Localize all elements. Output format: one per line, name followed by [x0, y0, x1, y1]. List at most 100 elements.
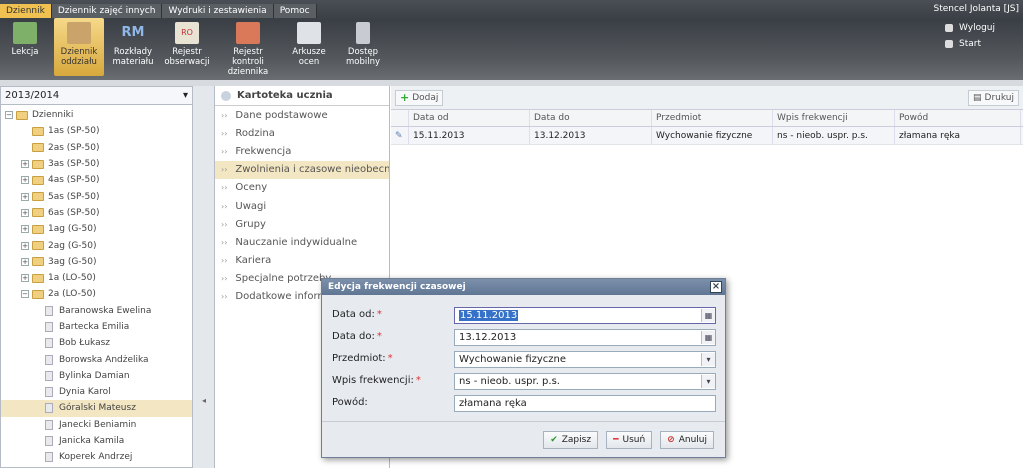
tree-node-student-selected[interactable]: Góralski Mateusz: [1, 400, 192, 417]
tree-node-student[interactable]: Janicka Kamila: [1, 433, 192, 449]
tree-node-class[interactable]: +1a (LO-50): [1, 270, 192, 286]
tab-pomoc[interactable]: Pomoc: [273, 4, 317, 18]
expand-icon[interactable]: +: [21, 257, 29, 266]
tree-node-student[interactable]: Bartecka Emilia: [1, 319, 192, 335]
year-select[interactable]: 2013/2014 ▾: [1, 87, 192, 105]
menu-zwolnienia[interactable]: ›› Zwolnienia i czasowe nieobecności: [215, 160, 389, 179]
year-value: 2013/2014: [5, 90, 60, 101]
tree-node-class[interactable]: +5as (SP-50): [1, 188, 192, 204]
dialog-header: Edycja frekwencji czasowej ×: [322, 279, 725, 295]
wpis-frekwencji-select[interactable]: ns - nieob. uspr. p.s. ▾: [454, 373, 716, 390]
tab-wydruki[interactable]: Wydruki i zestawienia: [162, 4, 274, 18]
label-przedmiot: Przedmiot: *: [332, 349, 393, 367]
rejestr-obserwacji-button[interactable]: RO Rejestr obserwacji: [162, 18, 212, 76]
delete-label: Usuń: [622, 434, 646, 445]
menu-grupy[interactable]: ›› Grupy: [215, 215, 389, 233]
cell-data-od: 15.11.2013: [409, 127, 530, 144]
tree-node-student[interactable]: Bob Łukasz: [1, 335, 192, 351]
cancel-label: Anuluj: [678, 434, 707, 445]
expand-icon[interactable]: +: [21, 241, 29, 250]
chevron-down-icon[interactable]: ▾: [701, 353, 715, 366]
expand-icon[interactable]: +: [21, 176, 29, 185]
collapse-icon[interactable]: −: [21, 290, 29, 299]
tree-node-student[interactable]: Koperek Andrzej: [1, 449, 192, 465]
dziennik-oddzialu-button[interactable]: Dziennik oddziału: [54, 18, 104, 76]
tree-node-class[interactable]: +4as (SP-50): [1, 172, 192, 188]
menu-frekwencja[interactable]: ›› Frekwencja: [215, 142, 389, 160]
checkmark-icon: ✔: [550, 434, 558, 445]
print-button[interactable]: ▤ Drukuj: [968, 89, 1019, 106]
class-label: 2as (SP-50): [48, 142, 100, 153]
chevron-icon: ››: [221, 237, 228, 247]
arkusze-ocen-button[interactable]: Arkusze ocen: [284, 18, 334, 76]
col-header-data-od[interactable]: Data od: [409, 110, 530, 126]
table-row[interactable]: ✎ 15.11.2013 13.12.2013 Wychowanie fizyc…: [391, 127, 1023, 145]
menu-uwagi[interactable]: ›› Uwagi: [215, 197, 389, 215]
rozklady-button[interactable]: RM Rozkłady materiału: [108, 18, 158, 76]
collapse-arrow-icon[interactable]: ◂: [202, 396, 206, 405]
edit-pencil-icon[interactable]: ✎: [391, 127, 409, 144]
calendar-icon[interactable]: ▦: [701, 309, 715, 322]
tab-dziennik[interactable]: Dziennik: [0, 4, 52, 18]
tree-node-class[interactable]: 1as (SP-50): [1, 123, 192, 139]
add-button[interactable]: + Dodaj: [395, 89, 444, 106]
expand-icon[interactable]: +: [21, 274, 29, 283]
tree-node-class[interactable]: − 2a (LO-50): [1, 286, 192, 302]
class-label: 1ag (G-50): [48, 224, 97, 235]
wyloguj-link[interactable]: Wyloguj: [945, 20, 995, 36]
dostep-mobilny-button[interactable]: Dostęp mobilny: [338, 18, 388, 76]
close-icon[interactable]: ×: [710, 281, 722, 293]
expand-icon[interactable]: +: [21, 208, 29, 217]
data-do-input[interactable]: 13.12.2013 ▦: [454, 329, 716, 346]
tree-node-root[interactable]: − Dzienniki: [1, 107, 192, 123]
chevron-icon: ››: [221, 274, 228, 284]
tree-node-class[interactable]: +3as (SP-50): [1, 156, 192, 172]
rejestr-kontroli-button[interactable]: Rejestr kontroli dziennika: [216, 18, 280, 77]
plus-icon: +: [400, 90, 410, 104]
start-link[interactable]: Start: [945, 36, 995, 52]
tab-dziennik-zajec-innych[interactable]: Dziennik zajęć innych: [51, 4, 163, 18]
expand-icon[interactable]: +: [21, 225, 29, 234]
col-header-przedmiot[interactable]: Przedmiot: [652, 110, 773, 126]
menu-label: Zwolnienia i czasowe nieobecności: [235, 164, 389, 176]
panel-splitter[interactable]: ◂: [193, 86, 215, 468]
folder-icon: [32, 175, 44, 185]
powod-input[interactable]: złamana ręka: [454, 395, 716, 412]
menu-rodzina[interactable]: ›› Rodzina: [215, 124, 389, 142]
expand-icon[interactable]: +: [21, 192, 29, 201]
tree-node-class[interactable]: +3ag (G-50): [1, 254, 192, 270]
menu-nauczanie-indywidualne[interactable]: ›› Nauczanie indywidualne: [215, 233, 389, 251]
tree-node-class[interactable]: +1ag (G-50): [1, 221, 192, 237]
tree-node-student[interactable]: Dynia Karol: [1, 384, 192, 400]
student-label: Bob Łukasz: [59, 338, 110, 349]
menu-oceny[interactable]: ›› Oceny: [215, 179, 389, 197]
delete-button[interactable]: ━ Usuń: [606, 430, 653, 449]
cancel-button[interactable]: ⊘ Anuluj: [660, 430, 714, 449]
tree-node-class[interactable]: 2as (SP-50): [1, 140, 192, 156]
tree-node-student[interactable]: Bylinka Damian: [1, 368, 192, 384]
col-header-wpis[interactable]: Wpis frekwencji: [773, 110, 895, 126]
tree-node-student[interactable]: Janecki Beniamin: [1, 417, 192, 433]
tree-node-class[interactable]: +6as (SP-50): [1, 205, 192, 221]
minus-icon: ━: [613, 434, 619, 445]
chevron-icon: ››: [221, 110, 228, 120]
collapse-icon[interactable]: −: [5, 111, 13, 120]
col-header-powod[interactable]: Powód: [895, 110, 1021, 126]
expand-icon[interactable]: +: [21, 160, 29, 169]
chevron-down-icon[interactable]: ▾: [701, 375, 715, 388]
tree-node-student[interactable]: Borowska Andżelika: [1, 351, 192, 367]
lekcja-button[interactable]: Lekcja: [0, 18, 50, 76]
col-header-data-do[interactable]: Data do: [530, 110, 652, 126]
menu-dane-podstawowe[interactable]: ›› Dane podstawowe: [215, 106, 389, 124]
tree-node-student[interactable]: Baranowska Ewelina: [1, 303, 192, 319]
tree-node-class[interactable]: +2ag (G-50): [1, 237, 192, 253]
data-od-input[interactable]: 15.11.2013 ▦: [454, 307, 716, 324]
student-label: Bylinka Damian: [59, 370, 130, 381]
calendar-icon[interactable]: ▦: [701, 331, 715, 344]
student-icon: [45, 419, 53, 430]
menu-kariera[interactable]: ›› Kariera: [215, 252, 389, 270]
save-button[interactable]: ✔ Zapisz: [543, 430, 599, 449]
print-label: Drukuj: [984, 92, 1014, 103]
przedmiot-select[interactable]: Wychowanie fizyczne ▾: [454, 351, 716, 368]
add-label: Dodaj: [412, 92, 439, 103]
